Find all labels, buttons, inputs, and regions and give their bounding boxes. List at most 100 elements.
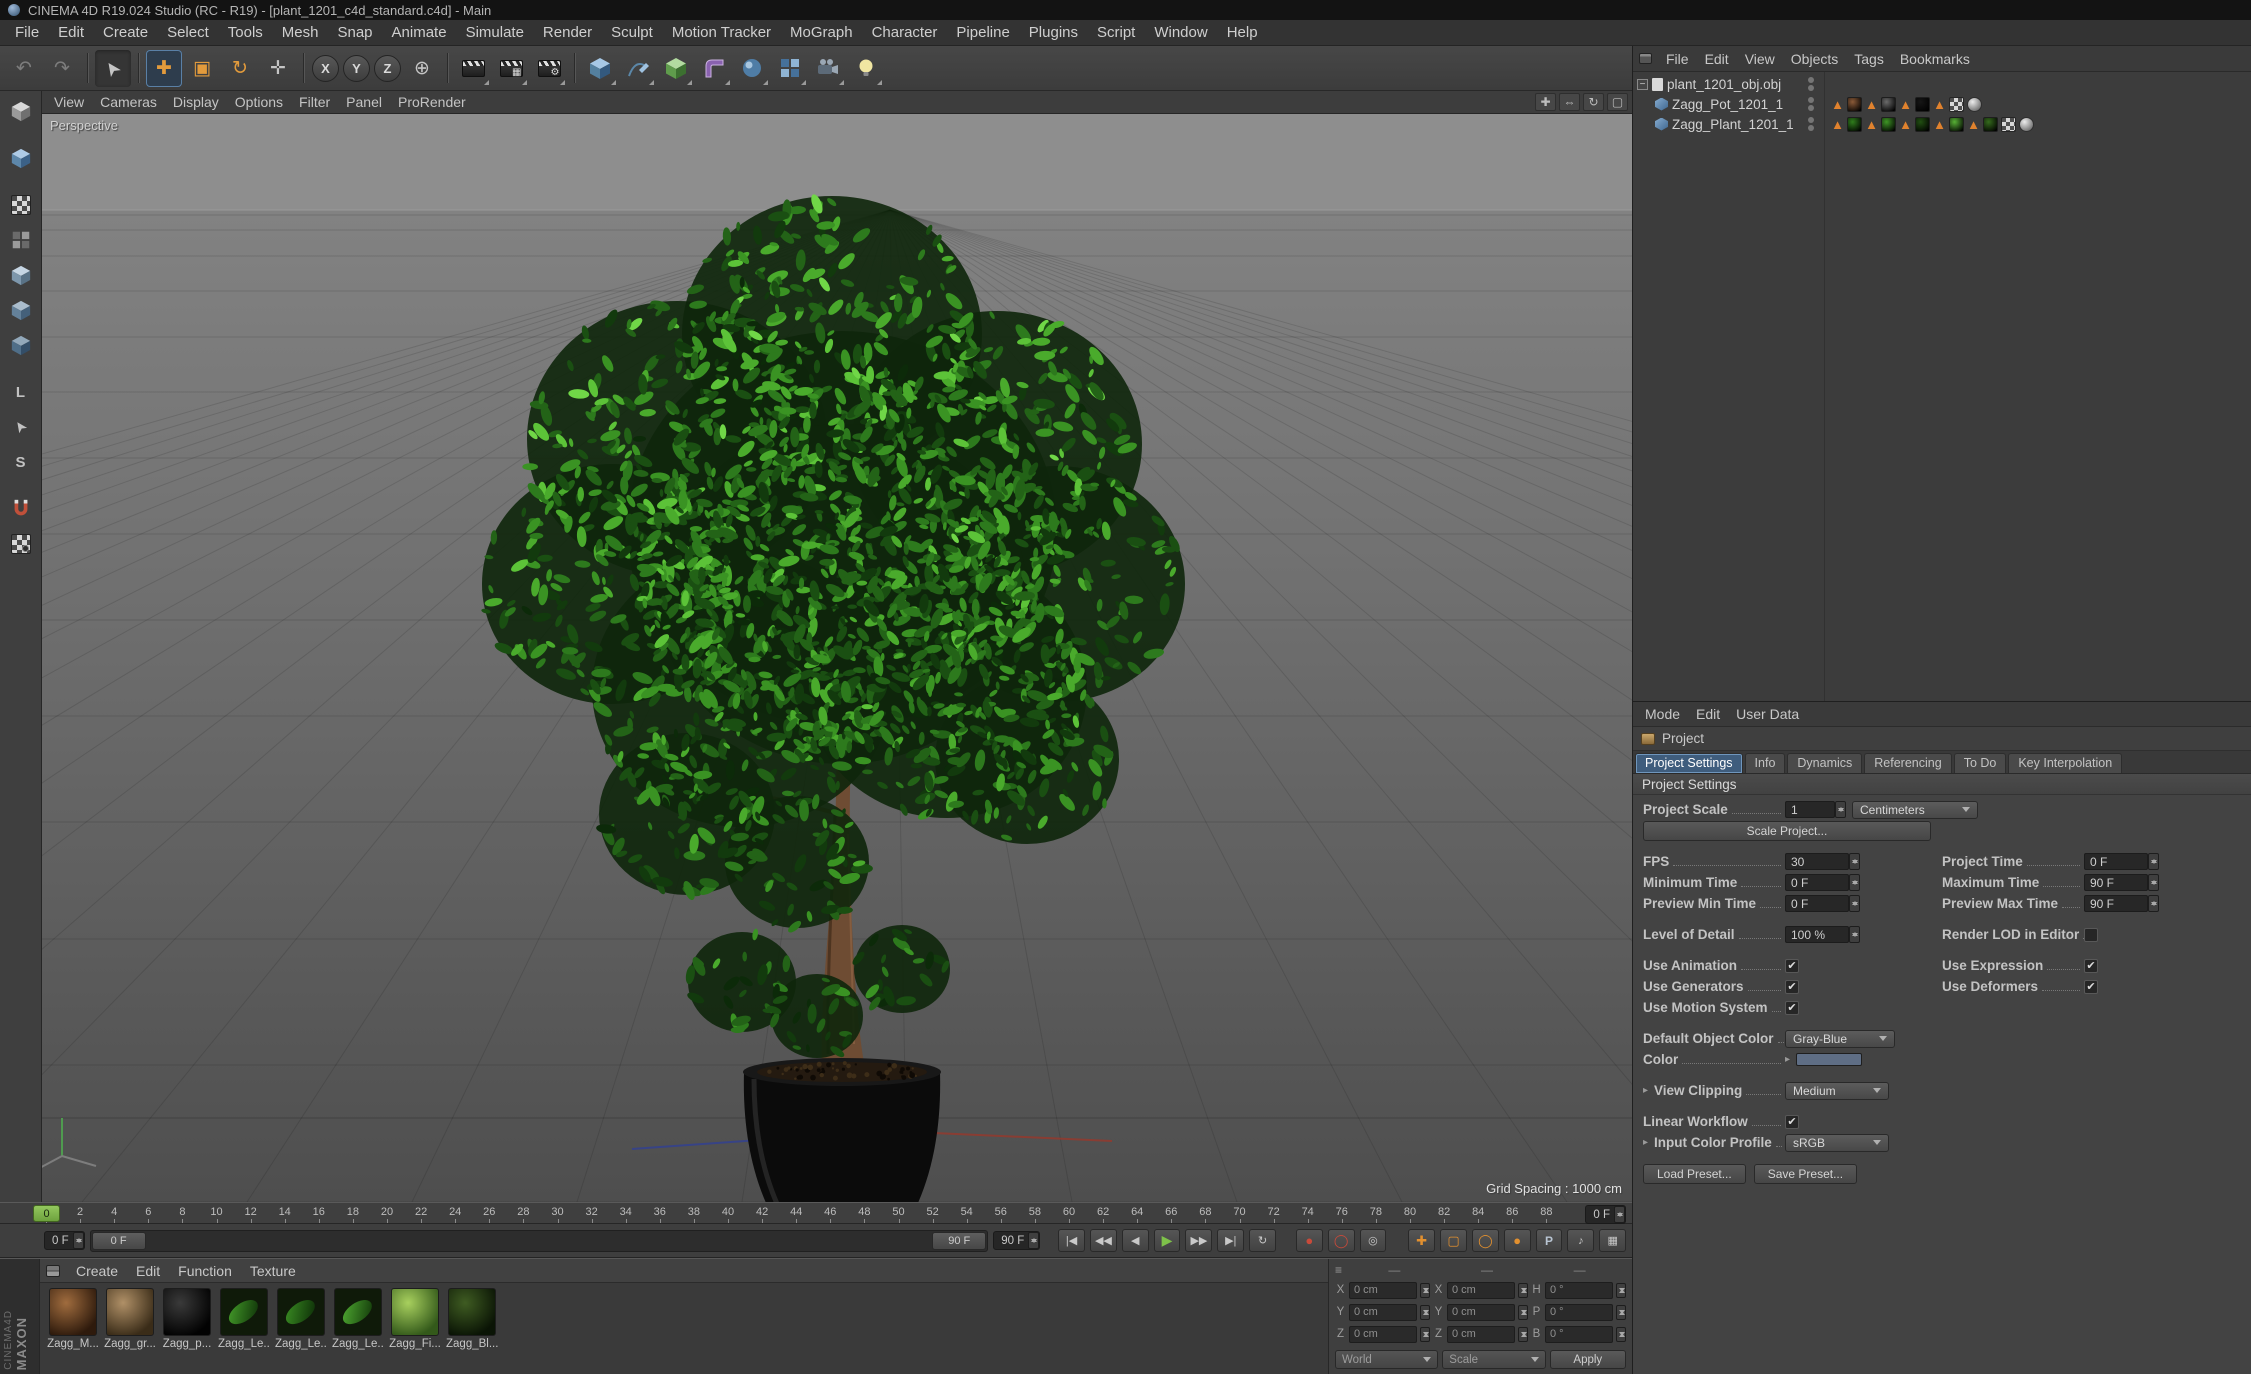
attribute-tab-dynamics[interactable]: Dynamics: [1787, 753, 1863, 773]
coordinate-field[interactable]: 0 cm: [1447, 1281, 1515, 1299]
minimum-time-stepper[interactable]: [1849, 874, 1860, 891]
coordinate-stepper[interactable]: [1420, 1326, 1430, 1342]
coordinate-field[interactable]: 0 cm: [1349, 1281, 1417, 1299]
ruler-frame-field[interactable]: 0 F: [1585, 1205, 1626, 1224]
save-preset-button[interactable]: Save Preset...: [1753, 1163, 1858, 1184]
object-row[interactable]: − plant_1201_obj.obj: [1633, 74, 2251, 94]
visibility-dots[interactable]: [1798, 117, 1824, 131]
expand-arrow-icon[interactable]: ▸: [1785, 1054, 1796, 1065]
attribute-menu-edit[interactable]: Edit: [1688, 705, 1728, 723]
lock-z-axis-button[interactable]: Z: [374, 54, 401, 82]
play-button[interactable]: ▶: [1153, 1229, 1181, 1252]
viewport-menu-cameras[interactable]: Cameras: [92, 93, 165, 111]
attribute-menu-user-data[interactable]: User Data: [1728, 705, 1807, 723]
next-key-button[interactable]: ▶▶: [1185, 1229, 1213, 1252]
camera-button[interactable]: [810, 50, 846, 87]
render-lod-checkbox[interactable]: [2084, 927, 2098, 942]
edit-render-settings-button[interactable]: ⚙: [531, 50, 567, 87]
preview-max-stepper[interactable]: [2148, 895, 2159, 912]
tweak-mode-button[interactable]: ➤: [5, 411, 37, 443]
coordinate-stepper[interactable]: [1616, 1326, 1626, 1342]
record-position-toggle[interactable]: ✚: [1408, 1229, 1436, 1252]
selection-tag-icon[interactable]: ▲: [1933, 117, 1946, 132]
points-mode-button[interactable]: [5, 259, 37, 291]
preview-max-field[interactable]: 90 F: [2084, 895, 2148, 912]
live-selection-button[interactable]: ➤: [95, 49, 131, 87]
record-scale-toggle[interactable]: ▢: [1440, 1229, 1467, 1252]
render-view-button[interactable]: [455, 50, 491, 87]
material-thumbnail[interactable]: [448, 1288, 496, 1336]
selection-tag-icon[interactable]: ▲: [1933, 97, 1946, 112]
texture-tag-icon[interactable]: [1881, 116, 1896, 132]
material-item[interactable]: Zagg_gr...: [104, 1288, 156, 1350]
project-scale-field[interactable]: 1: [1785, 801, 1835, 818]
texture-tag-icon[interactable]: [1847, 96, 1862, 112]
loop-mode-button[interactable]: ↻: [1249, 1229, 1276, 1252]
default-object-color-select[interactable]: Gray-Blue: [1785, 1029, 1895, 1048]
record-keyframe-button[interactable]: ●: [1295, 1229, 1323, 1252]
coordinate-field[interactable]: 0 °: [1545, 1325, 1613, 1343]
undo-button[interactable]: ↶: [6, 50, 42, 87]
spline-pen-button[interactable]: [620, 50, 656, 87]
object-manager-menu-bookmarks[interactable]: Bookmarks: [1892, 50, 1978, 68]
object-row[interactable]: Zagg_Pot_1201_1 ▲ ▲ ▲ ▲: [1633, 94, 2251, 114]
preview-min-stepper[interactable]: [1849, 895, 1860, 912]
primitive-cube-button[interactable]: [582, 50, 618, 87]
material-thumbnail[interactable]: [49, 1288, 97, 1336]
play-sound-toggle[interactable]: ♪: [1567, 1229, 1595, 1252]
attribute-tab-referencing[interactable]: Referencing: [1864, 753, 1952, 773]
input-color-profile-select[interactable]: sRGB: [1785, 1133, 1889, 1152]
coordinate-space-select[interactable]: World: [1335, 1350, 1439, 1369]
coordinate-stepper[interactable]: [1616, 1282, 1626, 1298]
uvw-tag-icon[interactable]: [1949, 96, 1964, 112]
menubar-item-plugins[interactable]: Plugins: [1020, 22, 1087, 43]
menubar-item-script[interactable]: Script: [1088, 22, 1144, 43]
menubar-item-simulate[interactable]: Simulate: [457, 22, 533, 43]
object-manager-menu-tags[interactable]: Tags: [1846, 50, 1892, 68]
use-animation-checkbox[interactable]: [1785, 958, 1799, 973]
selection-tag-icon[interactable]: ▲: [1865, 117, 1878, 132]
project-time-field[interactable]: 0 F: [2084, 853, 2148, 870]
menubar-item-animate[interactable]: Animate: [383, 22, 456, 43]
texture-tag-icon[interactable]: [1983, 116, 1998, 132]
scale-project-button[interactable]: Scale Project...: [1643, 820, 1931, 841]
visibility-dots[interactable]: [1798, 77, 1824, 91]
object-axis-button[interactable]: L: [5, 376, 37, 408]
selection-tag-icon[interactable]: ▲: [1831, 117, 1844, 132]
timeline-playhead[interactable]: 0: [33, 1205, 60, 1222]
view-clipping-select[interactable]: Medium: [1785, 1081, 1889, 1100]
menubar-item-create[interactable]: Create: [94, 22, 157, 43]
object-manager-menu-objects[interactable]: Objects: [1783, 50, 1846, 68]
coordinate-field[interactable]: 0 cm: [1447, 1325, 1515, 1343]
project-scale-unit-select[interactable]: Centimeters: [1852, 800, 1978, 819]
expand-arrow-icon[interactable]: ▸: [1643, 1137, 1654, 1148]
viewport-menu-panel[interactable]: Panel: [338, 93, 390, 111]
object-manager-menu-file[interactable]: File: [1658, 50, 1697, 68]
menubar-item-motion-tracker[interactable]: Motion Tracker: [663, 22, 780, 43]
coordinate-field[interactable]: 0 cm: [1349, 1303, 1417, 1321]
zoom-view-icon[interactable]: ⇔: [1559, 93, 1580, 111]
range-start-grip[interactable]: 0 F: [91, 1231, 146, 1250]
menubar-item-sculpt[interactable]: Sculpt: [602, 22, 662, 43]
project-scale-stepper[interactable]: [1835, 801, 1846, 818]
menubar-item-character[interactable]: Character: [863, 22, 947, 43]
coordinate-field[interactable]: 0 °: [1545, 1281, 1613, 1299]
redo-button[interactable]: ↷: [44, 50, 80, 87]
selection-tag-icon[interactable]: ▲: [1865, 97, 1878, 112]
material-item[interactable]: Zagg_Le...: [275, 1288, 327, 1350]
material-item[interactable]: Zagg_Fi...: [389, 1288, 441, 1350]
material-thumbnail[interactable]: [391, 1288, 439, 1336]
fps-stepper[interactable]: [1849, 853, 1860, 870]
maximum-time-field[interactable]: 90 F: [2084, 874, 2148, 891]
lock-x-axis-button[interactable]: X: [312, 54, 339, 82]
environment-button[interactable]: [734, 50, 770, 87]
menubar-item-tools[interactable]: Tools: [219, 22, 272, 43]
menubar-item-render[interactable]: Render: [534, 22, 601, 43]
material-thumbnail[interactable]: [334, 1288, 382, 1336]
expand-arrow-icon[interactable]: ▸: [1643, 1085, 1654, 1096]
coordinate-stepper[interactable]: [1518, 1282, 1528, 1298]
keyframe-selection-toggle[interactable]: ▦: [1599, 1229, 1627, 1252]
material-menu-texture[interactable]: Texture: [241, 1262, 305, 1280]
viewport-menu-options[interactable]: Options: [227, 93, 291, 111]
fps-field[interactable]: 30: [1785, 853, 1849, 870]
